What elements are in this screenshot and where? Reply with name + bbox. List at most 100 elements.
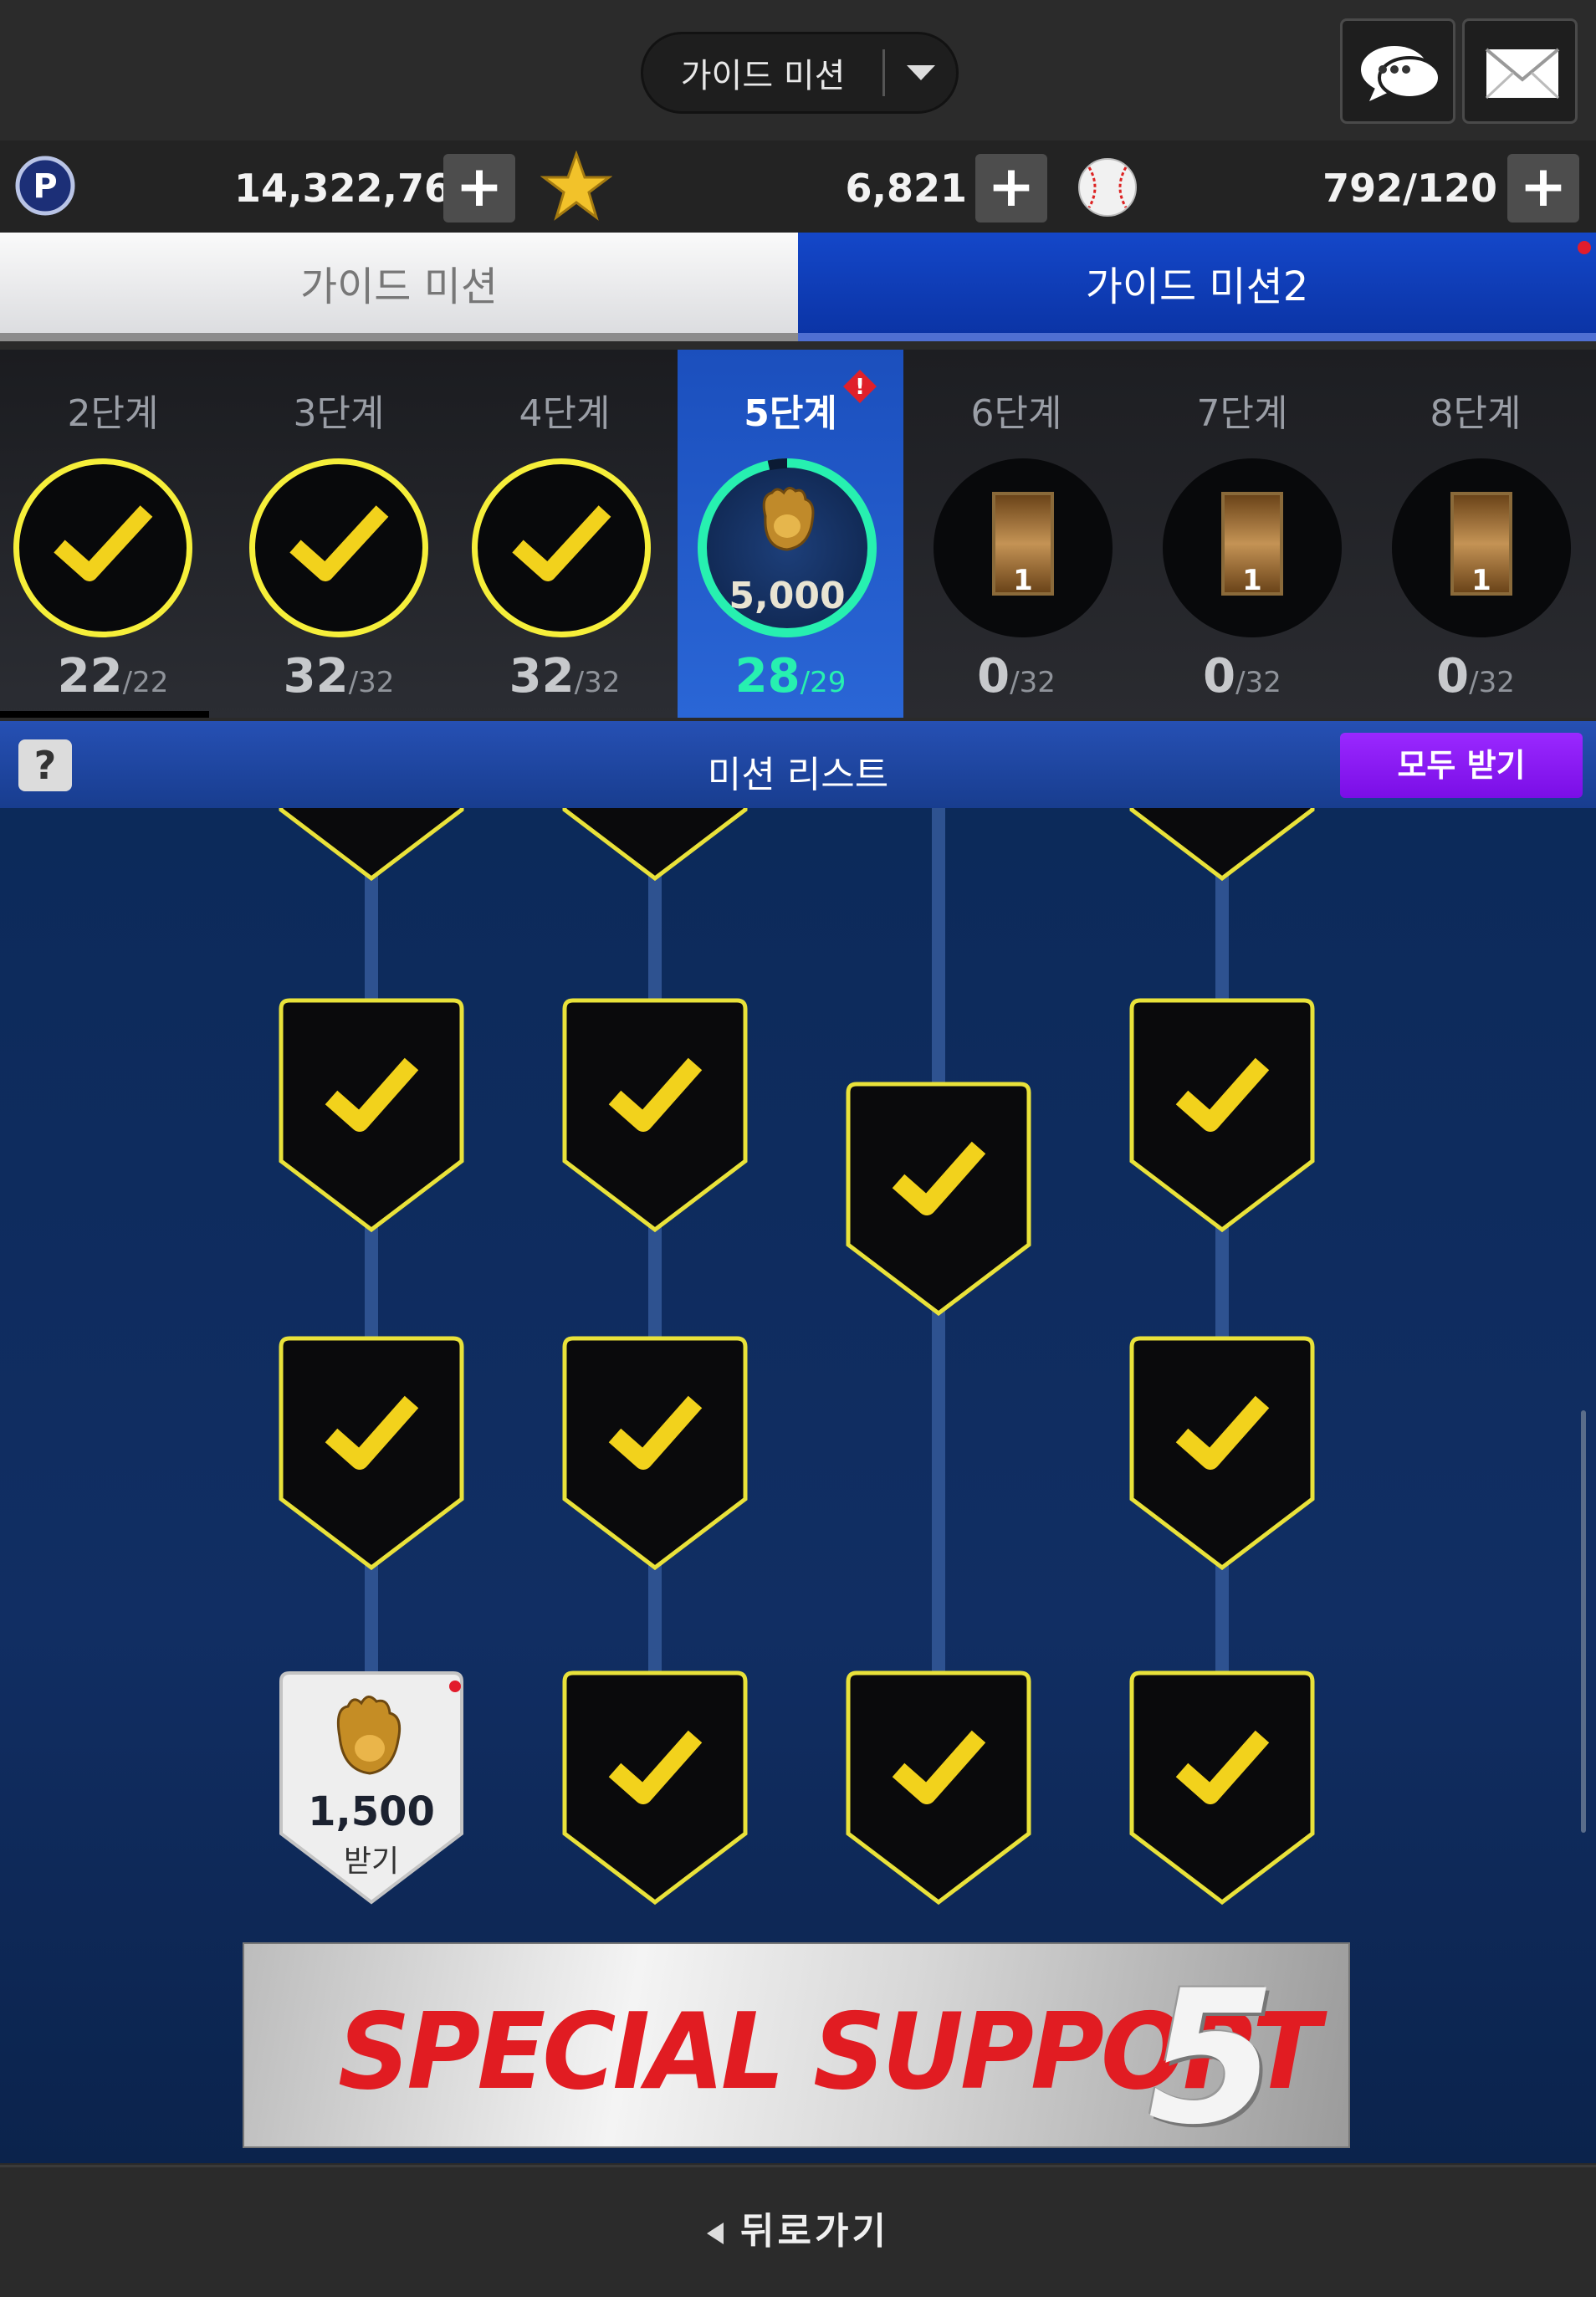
stars-value: 6,821	[845, 166, 967, 211]
stage-8[interactable]: 8단계 1 0/32	[1355, 350, 1596, 718]
special-support-banner[interactable]: SPECIAL SUPPORT 5	[243, 1942, 1350, 2148]
check-icon	[512, 505, 611, 581]
stage-count-value: 0	[977, 649, 1010, 703]
player-card-icon: 1	[1450, 492, 1512, 597]
stage-count-total: /22	[122, 666, 169, 699]
stage-progress-ring: 5,000	[698, 458, 877, 637]
envelope-icon	[1485, 48, 1560, 100]
add-balls-button[interactable]: +	[1507, 154, 1579, 223]
player-card-icon: 1	[992, 492, 1054, 597]
notification-dot	[1578, 241, 1591, 254]
back-button[interactable]: 뒤로가기	[0, 2201, 1596, 2254]
stage-3[interactable]: 3단계 32/32	[226, 350, 452, 718]
baseball-icon	[1078, 158, 1137, 217]
mission-dropdown[interactable]: 가이드 미션	[641, 32, 959, 114]
mission-rail	[365, 808, 378, 1711]
stage-4[interactable]: 4단계 32/32	[452, 350, 678, 718]
stage-count-value: 32	[283, 649, 349, 703]
progress-gap	[767, 458, 788, 471]
stage-complete-ring	[472, 458, 651, 637]
tab-guide-mission-2[interactable]: 가이드 미션2	[798, 233, 1596, 341]
mission-complete-badge[interactable]	[836, 1081, 1041, 1318]
stage-underline	[0, 711, 209, 718]
stage-label: 4단계	[519, 392, 611, 435]
mission-complete-badge[interactable]	[553, 997, 757, 1235]
mission-rail	[648, 808, 662, 1711]
mission-complete-badge[interactable]	[1120, 997, 1324, 1235]
stage-count-total: /32	[348, 666, 395, 699]
stage-count-total: /32	[1235, 666, 1281, 699]
receive-all-button[interactable]: 모두 받기	[1340, 733, 1583, 798]
add-points-button[interactable]: +	[443, 154, 515, 223]
shield-check-icon	[1129, 1336, 1315, 1571]
scrollbar[interactable]	[1581, 1410, 1586, 1833]
shield-check-icon	[1129, 1670, 1315, 1906]
mission-rail	[1215, 808, 1229, 1711]
stage-6[interactable]: 6단계 1 0/32	[903, 350, 1129, 718]
stage-progress: 22/22	[0, 649, 226, 703]
tab-label: 가이드 미션2	[1085, 263, 1309, 310]
mission-complete-badge[interactable]	[1120, 1335, 1324, 1573]
reward-claim-badge[interactable]: 1,500 받기	[269, 1670, 473, 1907]
shield-check-icon	[846, 1670, 1031, 1906]
mail-button[interactable]	[1462, 18, 1578, 124]
stage-count-value: 0	[1436, 649, 1470, 703]
stage-count-total: /32	[1469, 666, 1515, 699]
shield-check-icon	[279, 998, 464, 1233]
stage-2[interactable]: 2단계 22/22	[0, 350, 226, 718]
stage-progress: 28/29	[678, 649, 903, 703]
mission-complete-badge[interactable]	[269, 997, 473, 1235]
add-stars-button[interactable]: +	[975, 154, 1047, 223]
stage-complete-ring	[249, 458, 428, 637]
shield-check-icon	[279, 1336, 464, 1571]
dropdown-label: 가이드 미션	[680, 57, 846, 95]
currency-bar: P 14,322,761 + 6,821 + 792/120 +	[0, 141, 1596, 233]
chat-bubble-icon	[1361, 46, 1441, 101]
mission-complete-badge[interactable]	[553, 1335, 757, 1573]
alert-icon: !	[843, 370, 877, 403]
stage-progress: 0/32	[1355, 649, 1596, 703]
stage-7[interactable]: 7단계 1 0/32	[1129, 350, 1355, 718]
stage-count-value: 28	[734, 649, 801, 703]
chat-button[interactable]	[1340, 18, 1455, 124]
star-icon	[540, 151, 612, 221]
mission-complete-badge[interactable]	[553, 808, 757, 883]
stage-count-total: /32	[1010, 666, 1056, 699]
back-label: 뒤로가기	[740, 2210, 889, 2253]
stage-count-value: 32	[509, 649, 575, 703]
stage-strip: 2단계 22/22 3단계 32/32 4단계 32/32 5단계 ! 5,00…	[0, 350, 1596, 718]
svg-text:P: P	[33, 167, 57, 206]
shield-check-icon	[562, 1336, 748, 1571]
mission-complete-badge[interactable]	[836, 1670, 1041, 1907]
stage-progress: 0/32	[1129, 649, 1355, 703]
reward-amount: 1,500	[308, 1788, 435, 1835]
stage-reward-ring: 1	[1392, 458, 1571, 637]
stage-reward-ring: 1	[1163, 458, 1342, 637]
stage-label: 8단계	[1430, 392, 1522, 435]
mission-complete-badge[interactable]	[1120, 808, 1324, 883]
mission-complete-badge[interactable]	[269, 1335, 473, 1573]
mission-complete-badge[interactable]	[553, 1670, 757, 1907]
player-card-icon: 1	[1221, 492, 1283, 597]
svg-text:!: !	[855, 375, 865, 400]
mission-complete-badge[interactable]	[1120, 1670, 1324, 1907]
shield-check-icon	[562, 1670, 748, 1906]
check-icon	[289, 505, 389, 581]
points-coin-icon: P	[15, 156, 75, 216]
shield-check-icon	[846, 1082, 1031, 1317]
stage-progress: 32/32	[226, 649, 452, 703]
stage-5[interactable]: 5단계 ! 5,000 28/29	[678, 350, 903, 718]
shield-check-icon	[1129, 808, 1315, 882]
tab-guide-mission[interactable]: 가이드 미션	[0, 233, 798, 341]
claim-label: 받기	[343, 1844, 400, 1879]
stage-count-total: /29	[800, 666, 847, 699]
mission-complete-badge[interactable]	[269, 808, 473, 883]
chevron-left-icon	[707, 2223, 724, 2244]
tab-label: 가이드 미션	[299, 263, 499, 310]
stage-progress: 0/32	[903, 649, 1129, 703]
guide-mission-screen: 가이드 미션 P 14,322,761 + 6,821 + 792/120 + …	[0, 0, 1596, 2297]
stage-count-value: 22	[57, 649, 123, 703]
shield-check-icon	[279, 808, 464, 882]
chevron-down-icon[interactable]	[885, 65, 956, 80]
progress-arc	[767, 458, 788, 471]
